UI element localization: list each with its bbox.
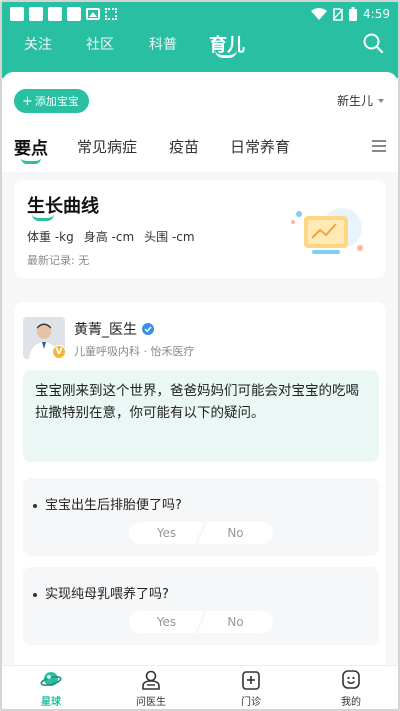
image-icon (86, 8, 100, 20)
sub-tabs: 要点 常见病症 疫苗 日常养育 (2, 134, 398, 164)
head-value: 头围 -cm (144, 230, 195, 244)
planet-icon (40, 672, 62, 687)
plus-icon: + (22, 93, 33, 109)
nav-profile-label: 我的 (341, 697, 361, 708)
menu-icon[interactable] (372, 140, 386, 152)
subtab-vaccine[interactable]: 疫苗 (169, 136, 199, 157)
notification-icon (10, 7, 24, 21)
growth-curve-card[interactable]: 生长曲线 体重 -kg 身高 -cm 头围 -cm 最新记录: 无 (14, 180, 386, 278)
notification-icon (67, 7, 81, 21)
growth-metrics: 体重 -kg 身高 -cm 头围 -cm (27, 228, 195, 245)
question-text: 实现纯母乳喂养了吗? (33, 583, 169, 602)
no-button[interactable]: No (198, 522, 273, 544)
nav-ask-doctor[interactable]: 问医生 (121, 670, 181, 708)
subtab-daily-care[interactable]: 日常养育 (230, 136, 290, 157)
question-card: 实现纯母乳喂养了吗? Yes No (23, 567, 379, 645)
latest-record: 最新记录: 无 (27, 254, 90, 267)
qr-icon (105, 8, 117, 20)
clock: 4:59 (363, 7, 390, 21)
notification-icon (48, 7, 62, 21)
yes-no-toggle: Yes No (129, 522, 273, 544)
tab-follow[interactable]: 关注 (24, 34, 52, 54)
nav-planet-label: 星球 (41, 697, 61, 708)
app-frame: 4:59 关注 社区 科普 育儿 + 添加宝宝 新生儿 要点 常见病症 疫苗 日… (0, 0, 400, 711)
tab-science[interactable]: 科普 (149, 34, 177, 54)
subtab-key-points[interactable]: 要点 (14, 134, 48, 159)
top-nav: 关注 社区 科普 育儿 (2, 26, 398, 78)
question-label: 宝宝出生后排胎便了吗? (45, 498, 182, 513)
add-baby-button[interactable]: + 添加宝宝 (14, 89, 89, 113)
height-value: 身高 -cm (83, 230, 135, 244)
baby-stage-selector[interactable]: 新生儿 (337, 92, 384, 109)
doctor-name: 黄菁_医生 (74, 322, 137, 338)
battery-icon (349, 7, 358, 21)
no-sim-icon (333, 7, 344, 21)
yes-no-toggle: Yes No (129, 611, 273, 633)
bullet-icon (33, 503, 37, 508)
notification-icon (29, 7, 43, 21)
bottom-nav: 星球 问医生 门诊 我的 (2, 665, 398, 709)
growth-chart-icon (291, 208, 363, 254)
doctor-icon (142, 670, 160, 690)
chevron-down-icon (378, 98, 384, 103)
doctor-card: V 黄菁_医生 儿童呼吸内科 · 怡禾医疗 宝宝刚来到这个世界，爸爸妈妈们可能会… (14, 302, 386, 672)
bullet-icon (33, 592, 37, 597)
smiley-icon (342, 670, 360, 689)
active-subtab-indicator (21, 158, 41, 164)
doctor-name-row: 黄菁_医生 (74, 319, 154, 339)
nav-clinic[interactable]: 门诊 (221, 670, 281, 708)
verified-icon (142, 323, 154, 335)
question-label: 实现纯母乳喂养了吗? (45, 587, 169, 602)
doctor-department: 儿童呼吸内科 · 怡禾医疗 (74, 345, 195, 358)
nav-planet[interactable]: 星球 (21, 670, 81, 708)
weight-value: 体重 -kg (27, 230, 74, 244)
nav-ask-doctor-label: 问医生 (136, 697, 166, 708)
title-underline (32, 214, 54, 221)
question-text: 宝宝出生后排胎便了吗? (33, 494, 182, 513)
yes-button[interactable]: Yes (129, 611, 204, 633)
add-baby-label: 添加宝宝 (34, 95, 79, 108)
clinic-icon (242, 671, 260, 690)
subtab-common-illness[interactable]: 常见病症 (77, 136, 137, 157)
doctor-message: 宝宝刚来到这个世界，爸爸妈妈们可能会对宝宝的吃喝拉撒特别在意，你可能有以下的疑问… (23, 370, 379, 462)
yes-button[interactable]: Yes (129, 522, 204, 544)
wifi-icon (311, 8, 328, 20)
verified-v-badge: V (52, 345, 66, 359)
baby-stage-label: 新生儿 (336, 94, 373, 108)
main-panel: + 添加宝宝 新生儿 要点 常见病症 疫苗 日常养育 生长曲线 体重 -kg 身… (2, 72, 398, 672)
status-bar: 4:59 (2, 2, 398, 26)
nav-profile[interactable]: 我的 (321, 670, 381, 708)
question-card: 宝宝出生后排胎便了吗? Yes No (23, 478, 379, 556)
tab-community[interactable]: 社区 (86, 34, 114, 54)
nav-clinic-label: 门诊 (241, 697, 261, 708)
no-button[interactable]: No (198, 611, 273, 633)
search-icon[interactable] (362, 32, 384, 54)
